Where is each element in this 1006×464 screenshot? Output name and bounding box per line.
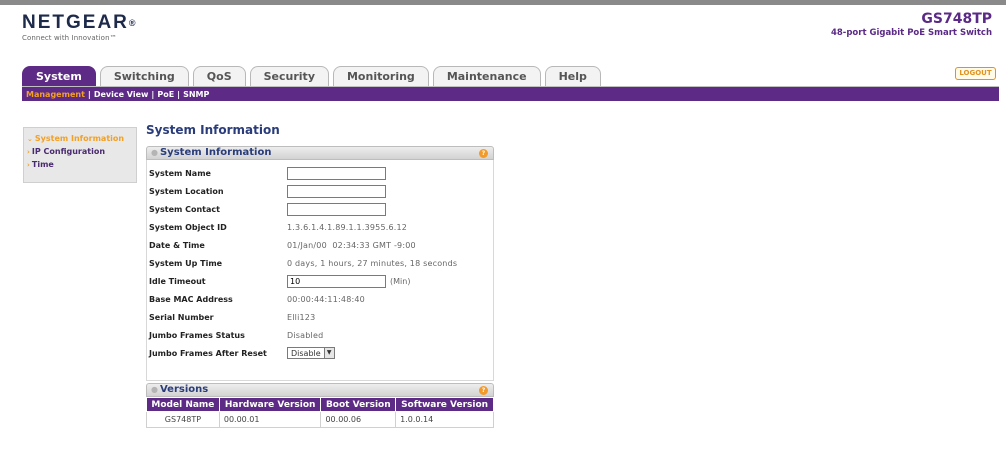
- idle-timeout-input[interactable]: [287, 274, 386, 288]
- help-icon[interactable]: ?: [479, 149, 488, 158]
- tab-help[interactable]: Help: [544, 66, 601, 87]
- model-name: GS748TP: [921, 11, 992, 27]
- field-row-jumbo-status: Jumbo Frames Status Disabled: [149, 329, 323, 341]
- subnav-poe[interactable]: PoE: [157, 90, 174, 99]
- brand-tagline-tm: ™: [109, 34, 117, 42]
- tab-switching[interactable]: Switching: [99, 66, 189, 87]
- boot-version-cell: 00.00.06: [320, 411, 397, 428]
- brand-name: NETGEAR: [22, 12, 129, 33]
- object-id-value: 1.3.6.1.4.1.89.1.1.3955.6.12: [287, 222, 408, 232]
- field-label: System Name: [149, 168, 211, 178]
- field-label: Jumbo Frames After Reset: [149, 348, 267, 358]
- field-row-idle-timeout: Idle Timeout (Min): [149, 274, 411, 288]
- jumbo-status-value: Disabled: [287, 330, 324, 340]
- table-header-row: Model Name Hardware Version Boot Version…: [146, 397, 494, 412]
- field-row-serial: Serial Number Elli123: [149, 311, 315, 323]
- panel-header: ● System Information ?: [146, 146, 494, 160]
- chevron-right-icon: ›: [27, 148, 30, 156]
- versions-table: Model Name Hardware Version Boot Version…: [146, 397, 494, 428]
- software-version-cell: 1.0.0.14: [395, 411, 494, 428]
- model-name-cell: GS748TP: [146, 411, 220, 428]
- field-row-up-time: System Up Time 0 days, 1 hours, 27 minut…: [149, 257, 457, 269]
- tab-monitoring[interactable]: Monitoring: [332, 66, 429, 87]
- field-row-system-contact: System Contact: [149, 202, 386, 216]
- subnav-snmp[interactable]: SNMP: [183, 90, 209, 99]
- field-row-system-name: System Name: [149, 166, 386, 180]
- field-label: System Contact: [149, 204, 220, 214]
- column-header: Hardware Version: [218, 397, 322, 412]
- field-label: Base MAC Address: [149, 294, 233, 304]
- field-row-object-id: System Object ID 1.3.6.1.4.1.89.1.1.3955…: [149, 221, 407, 233]
- tab-system[interactable]: System: [22, 66, 96, 87]
- subnav-management[interactable]: Management: [26, 90, 85, 99]
- subnav-separator: |: [151, 89, 155, 99]
- field-label: System Up Time: [149, 258, 223, 268]
- leftnav-time[interactable]: › Time: [27, 158, 136, 171]
- brand-tagline: Connect with Innovation: [22, 34, 110, 42]
- page-title: System Information: [146, 123, 280, 137]
- field-label: Jumbo Frames Status: [149, 330, 245, 340]
- leftnav-label: Time: [31, 160, 54, 169]
- top-rule: [0, 0, 1006, 5]
- idle-timeout-unit: (Min): [390, 276, 411, 286]
- field-label: Serial Number: [149, 312, 214, 322]
- field-row-system-location: System Location: [149, 184, 386, 198]
- chevron-right-icon: ›: [27, 161, 30, 169]
- help-icon[interactable]: ?: [479, 386, 488, 395]
- date-time-value: 01/Jan/00 02:34:33 GMT -9:00: [287, 240, 416, 250]
- chevron-down-icon: ⌄: [27, 135, 33, 143]
- field-label: System Location: [149, 186, 224, 196]
- hardware-version-cell: 00.00.01: [218, 411, 322, 428]
- field-row-mac: Base MAC Address 00:00:44:11:48:40: [149, 293, 365, 305]
- system-information-panel: ● System Information ? System Name System…: [146, 146, 494, 381]
- up-time-value: 0 days, 1 hours, 27 minutes, 18 seconds: [287, 258, 458, 268]
- tab-qos[interactable]: QoS: [192, 66, 246, 87]
- subnav-separator: |: [87, 89, 91, 99]
- logout-button[interactable]: LOGOUT: [955, 67, 996, 80]
- versions-panel: ● Versions ? Model Name Hardware Version …: [146, 383, 494, 428]
- leftnav-label: IP Configuration: [31, 147, 106, 156]
- system-location-input[interactable]: [287, 184, 386, 198]
- sub-navigation: Management | Device View | PoE | SNMP: [22, 87, 999, 101]
- column-header: Software Version: [395, 397, 494, 412]
- serial-value: Elli123: [287, 312, 316, 322]
- product-badge: GS748TP 48-port Gigabit PoE Smart Switch: [831, 11, 992, 38]
- main-tabs: System Switching QoS Security Monitoring…: [22, 66, 605, 87]
- leftnav-label: System Information: [34, 134, 125, 143]
- field-row-jumbo-reset: Jumbo Frames After Reset Disable ▼: [149, 347, 335, 359]
- select-value: Disable: [291, 348, 321, 358]
- panel-bullet-icon: ●: [151, 148, 158, 157]
- mac-value: 00:00:44:11:48:40: [287, 294, 365, 304]
- subnav-device-view[interactable]: Device View: [94, 90, 149, 99]
- panel-bullet-icon: ●: [151, 385, 158, 394]
- chevron-down-icon: ▼: [323, 348, 334, 358]
- column-header: Model Name: [146, 397, 220, 412]
- column-header: Boot Version: [320, 397, 397, 412]
- panel-title: Versions: [159, 384, 209, 395]
- system-name-input[interactable]: [287, 166, 386, 180]
- panel-title: System Information: [159, 147, 272, 158]
- panel-header: ● Versions ?: [146, 383, 494, 397]
- field-row-date-time: Date & Time 01/Jan/00 02:34:33 GMT -9:00: [149, 239, 416, 251]
- jumbo-reset-select[interactable]: Disable ▼: [287, 347, 335, 359]
- system-contact-input[interactable]: [287, 202, 386, 216]
- panel-body: System Name System Location System Conta…: [146, 160, 494, 381]
- leftnav-ip-configuration[interactable]: › IP Configuration: [27, 145, 136, 158]
- subnav-separator: |: [177, 89, 181, 99]
- leftnav-system-information[interactable]: ⌄ System Information: [27, 132, 136, 145]
- model-description: 48-port Gigabit PoE Smart Switch: [830, 28, 992, 38]
- brand-registered: ®: [128, 18, 138, 28]
- field-label: Idle Timeout: [149, 276, 206, 286]
- netgear-logo: NETGEAR® Connect with Innovation™: [22, 12, 138, 43]
- tab-maintenance[interactable]: Maintenance: [432, 66, 541, 87]
- field-label: System Object ID: [149, 222, 227, 232]
- tab-security[interactable]: Security: [249, 66, 329, 87]
- table-row: GS748TP 00.00.01 00.00.06 1.0.0.14: [146, 411, 494, 428]
- left-navigation: ⌄ System Information › IP Configuration › T…: [23, 127, 137, 183]
- field-label: Date & Time: [149, 240, 205, 250]
